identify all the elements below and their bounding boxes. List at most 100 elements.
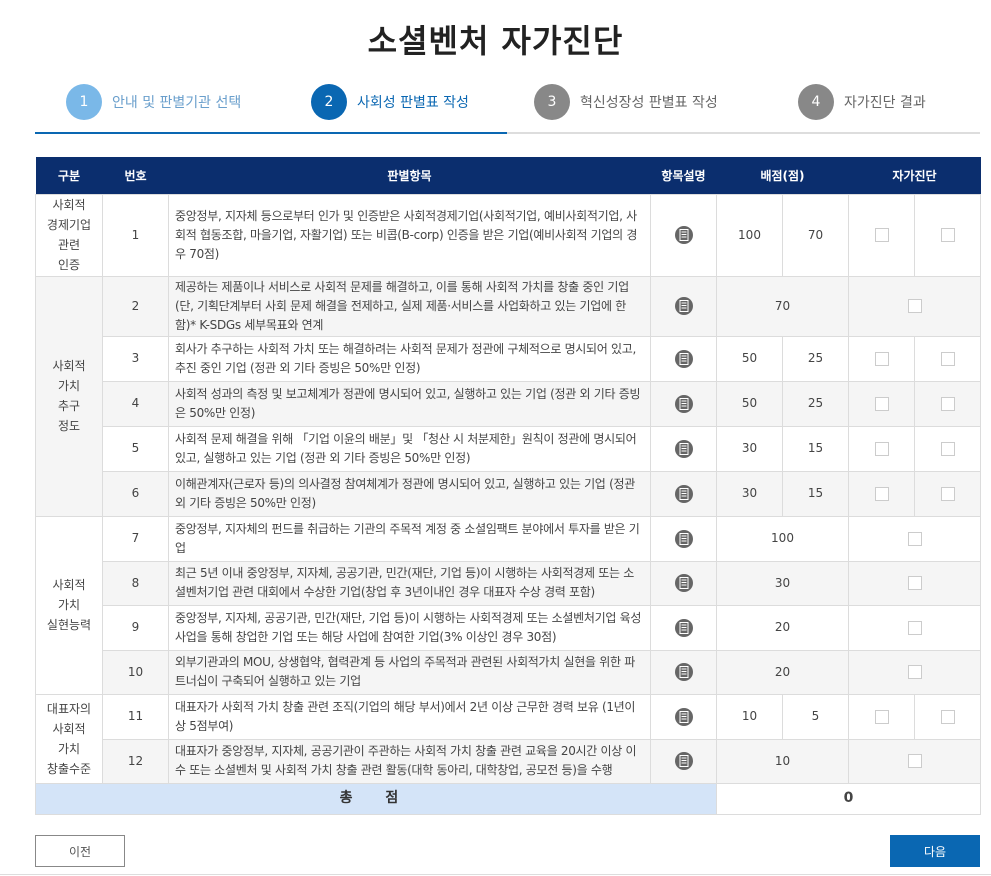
self-check-cell (847, 604, 982, 651)
score-1: 50 (716, 335, 783, 382)
row-number: 4 (102, 380, 169, 427)
self-check-cell (913, 470, 982, 517)
checkbox[interactable] (907, 299, 922, 313)
desc-cell (650, 470, 717, 517)
document-icon[interactable] (674, 663, 693, 681)
row-number: 12 (102, 738, 169, 784)
desc-cell (650, 738, 717, 784)
checkbox[interactable] (907, 620, 922, 635)
row-number: 10 (102, 649, 169, 695)
score-2: 70 (782, 193, 849, 277)
score-1: 30 (716, 470, 783, 517)
social-assessment-table: 구분 번호 판별항목 항목설명 배점(점) 자가진단 사회적 경제기업 관련 인… (35, 157, 982, 815)
document-icon[interactable] (674, 226, 693, 244)
row-number: 1 (102, 193, 169, 277)
category-cell: 사회적 경제기업 관련 인증 (35, 193, 103, 277)
header-item: 판별항목 (168, 157, 651, 194)
category-cell: 사회적 가치 실현능력 (35, 515, 103, 695)
desc-cell (650, 693, 717, 740)
desc-cell (650, 380, 717, 427)
page-title: 소셜벤처 자가진단 (367, 22, 624, 60)
document-icon[interactable] (674, 707, 693, 726)
desc-cell (650, 515, 717, 562)
row-item: 제공하는 제품이나 서비스로 사회적 문제를 해결하고, 이를 통해 사회적 가… (168, 275, 651, 337)
document-icon[interactable] (674, 349, 693, 368)
checkbox[interactable] (907, 665, 922, 679)
step-progress-line (35, 132, 271, 134)
table-row: 10 외부기관과의 MOU, 상생협약, 협력관계 등 사업의 주목적과 관련된… (36, 649, 982, 695)
self-check-cell (913, 380, 982, 427)
document-icon[interactable] (674, 752, 693, 770)
prev-button[interactable]: 이전 (35, 835, 125, 867)
step-3[interactable]: 3 혁신성장성 판별표 작성 (534, 84, 718, 120)
step-2[interactable]: 2 사회성 판별표 작성 (311, 84, 469, 120)
checkbox[interactable] (940, 441, 955, 456)
checkbox[interactable] (940, 486, 955, 501)
self-check-cell (847, 560, 982, 606)
score-2: 25 (782, 380, 849, 427)
table-header-row: 구분 번호 판별항목 항목설명 배점(점) 자가진단 (35, 157, 981, 194)
score-2: 5 (782, 693, 849, 740)
checkbox[interactable] (907, 576, 922, 590)
row-item: 최근 5년 이내 중앙정부, 지자체, 공공기관, 민간(재단, 기업 등)이 … (168, 560, 651, 606)
score-1: 30 (716, 560, 849, 606)
self-check-cell (848, 380, 915, 427)
table-row: 4 사회적 성과의 측정 및 보고체계가 정관에 명시되어 있고, 실행하고 있… (36, 380, 982, 427)
document-icon[interactable] (674, 439, 693, 458)
row-item: 대표자가 사회적 가치 창출 관련 조직(기업의 해당 부서)에서 2년 이상 … (168, 693, 651, 740)
step-4-label: 자가진단 결과 (844, 95, 926, 111)
checkbox[interactable] (874, 486, 889, 501)
self-check-cell (913, 425, 982, 472)
checkbox[interactable] (940, 709, 955, 724)
total-label: 총 점 (35, 782, 717, 815)
table-row: 3 회사가 추구하는 사회적 가치 또는 해결하려는 사회적 문제가 정관에 구… (36, 335, 982, 382)
desc-cell (650, 649, 717, 695)
row-number: 9 (102, 604, 169, 651)
checkbox[interactable] (907, 531, 922, 546)
row-item: 외부기관과의 MOU, 상생협약, 협력관계 등 사업의 주목적과 관련된 사회… (168, 649, 651, 695)
self-check-cell (848, 425, 915, 472)
score-1: 100 (716, 515, 849, 562)
category-cell: 사회적 가치 추구 정도 (35, 275, 103, 517)
self-check-cell (913, 193, 982, 277)
total-row: 총 점 0 (35, 782, 982, 815)
score-1: 100 (716, 193, 783, 277)
step-1-label: 안내 및 판별기관 선택 (112, 95, 242, 111)
checkbox[interactable] (874, 709, 889, 724)
header-number: 번호 (102, 157, 169, 194)
document-icon[interactable] (674, 618, 693, 637)
step-2-label: 사회성 판별표 작성 (357, 95, 469, 111)
checkbox[interactable] (940, 396, 955, 411)
score-1: 20 (716, 649, 849, 695)
next-button[interactable]: 다음 (890, 835, 980, 867)
table-row: 12 대표자가 중앙정부, 지자체, 공공기관이 주관하는 사회적 가치 창출 … (36, 738, 982, 784)
checkbox[interactable] (874, 441, 889, 456)
header-score: 배점(점) (716, 157, 849, 194)
document-icon[interactable] (674, 484, 693, 503)
checkbox[interactable] (940, 228, 955, 242)
step-4[interactable]: 4 자가진단 결과 (798, 84, 926, 120)
checkbox[interactable] (907, 754, 922, 768)
document-icon[interactable] (674, 574, 693, 592)
step-active-line (271, 132, 507, 134)
score-1: 20 (716, 604, 849, 651)
score-1: 10 (716, 693, 783, 740)
checkbox[interactable] (940, 351, 955, 366)
header-desc: 항목설명 (650, 157, 717, 194)
step-1-number: 1 (66, 84, 102, 120)
row-item: 중앙정부, 지자체 등으로부터 인가 및 인증받은 사회적경제기업(사회적기업,… (168, 193, 651, 277)
document-icon[interactable] (674, 297, 693, 315)
document-icon[interactable] (674, 529, 693, 548)
desc-cell (650, 275, 717, 337)
header-self: 자가진단 (848, 157, 981, 194)
desc-cell (650, 604, 717, 651)
document-icon[interactable] (674, 394, 693, 413)
row-number: 2 (102, 275, 169, 337)
score-2: 15 (782, 470, 849, 517)
checkbox[interactable] (874, 396, 889, 411)
row-number: 3 (102, 335, 169, 382)
step-1[interactable]: 1 안내 및 판별기관 선택 (66, 84, 241, 120)
row-number: 11 (102, 693, 169, 740)
checkbox[interactable] (874, 351, 889, 366)
checkbox[interactable] (874, 228, 889, 242)
